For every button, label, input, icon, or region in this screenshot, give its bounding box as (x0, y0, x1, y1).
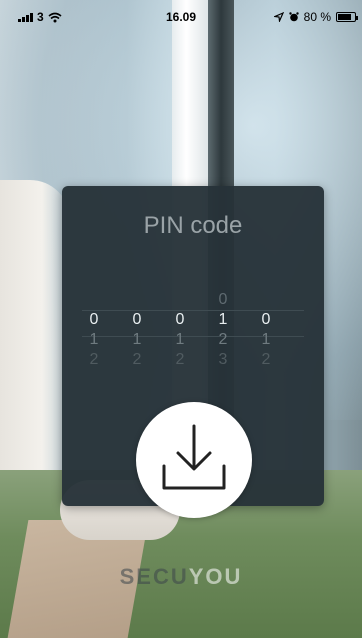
digit-above (122, 290, 152, 310)
digit-below: 2 (175, 351, 185, 368)
digit-above (165, 290, 195, 310)
digit-below: 2 (218, 331, 228, 348)
battery-percent: 80 % (303, 10, 331, 24)
app-screen: 3 16.09 80 % PIN code 0 1 2 0 1 2 0 1 2 … (0, 0, 362, 638)
pin-digit-wheel-1[interactable]: 0 1 2 (79, 290, 109, 370)
digit-below: 1 (89, 331, 99, 348)
pin-digit-wheel-5[interactable]: 0 1 2 (251, 290, 281, 370)
digit-below: 2 (132, 351, 142, 368)
download-icon (162, 424, 226, 490)
digit-selected: 1 (218, 311, 228, 328)
digit-selected: 0 (89, 311, 99, 328)
digit-selected: 0 (132, 311, 142, 328)
download-button[interactable] (136, 402, 252, 518)
pin-digit-wheel-2[interactable]: 0 1 2 (122, 290, 152, 370)
status-right: 80 % (273, 10, 358, 24)
digit-above: 0 (218, 291, 228, 308)
brand-logo: SECUYOU (0, 564, 362, 590)
digit-below: 2 (261, 351, 271, 368)
digit-below: 2 (89, 351, 99, 368)
pin-digit-wheel-3[interactable]: 0 1 2 (165, 290, 195, 370)
status-bar: 3 16.09 80 % (0, 0, 362, 32)
digit-above (251, 290, 281, 310)
alarm-icon (288, 12, 299, 22)
digit-above (79, 290, 109, 310)
digit-below: 3 (218, 351, 228, 368)
brand-logo-part-a: SECU (119, 564, 189, 589)
location-arrow-icon (273, 12, 284, 22)
battery-icon (336, 12, 358, 22)
digit-below: 1 (261, 331, 271, 348)
dialog-title: PIN code (143, 212, 243, 239)
digit-selected: 0 (175, 311, 185, 328)
pin-digit-wheel-4[interactable]: 0 1 2 3 (208, 290, 238, 370)
brand-logo-part-b: YOU (188, 564, 243, 589)
digit-below: 1 (175, 331, 185, 348)
digit-below: 1 (132, 331, 142, 348)
digit-selected: 0 (261, 311, 271, 328)
